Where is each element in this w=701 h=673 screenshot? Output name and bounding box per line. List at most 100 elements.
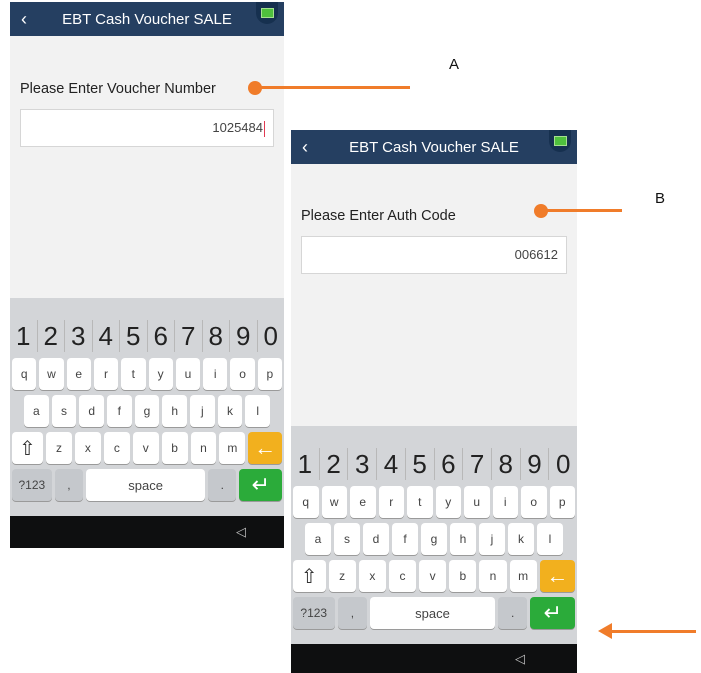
key-5[interactable]: 5	[404, 448, 434, 480]
key-c[interactable]: c	[388, 560, 417, 592]
key-b[interactable]: b	[449, 560, 477, 592]
key-t[interactable]: t	[407, 486, 433, 518]
auth-code-input[interactable]: 006612	[301, 236, 567, 274]
bottom-row: ?123 , space . ↵	[10, 469, 284, 501]
key-2[interactable]: 2	[318, 448, 348, 480]
key-6[interactable]: 6	[433, 448, 463, 480]
key-8[interactable]: 8	[201, 320, 230, 352]
key-v[interactable]: v	[132, 432, 159, 464]
backspace-key[interactable]: ←	[539, 560, 575, 592]
key-r[interactable]: r	[93, 358, 119, 390]
key-e[interactable]: e	[350, 486, 376, 518]
key-7[interactable]: 7	[462, 448, 491, 480]
key-n[interactable]: n	[190, 432, 217, 464]
shift-key[interactable]: ⇧	[12, 432, 44, 464]
key-q[interactable]: q	[293, 486, 319, 518]
comma-key[interactable]: ,	[54, 469, 84, 501]
key-i[interactable]: i	[492, 486, 518, 518]
key-d[interactable]: d	[79, 395, 104, 427]
key-y[interactable]: y	[148, 358, 173, 390]
key-u[interactable]: u	[175, 358, 201, 390]
triangle-back-icon[interactable]: ◁	[515, 651, 525, 667]
triangle-back-icon[interactable]: ◁	[236, 524, 246, 540]
key-g[interactable]: g	[134, 395, 160, 427]
backspace-key[interactable]: ←	[248, 432, 282, 464]
key-z[interactable]: z	[328, 560, 356, 592]
key-0[interactable]: 0	[548, 448, 577, 480]
key-4[interactable]: 4	[376, 448, 405, 480]
enter-key[interactable]: ↵	[530, 597, 575, 629]
key-3[interactable]: 3	[347, 448, 376, 480]
back-button[interactable]: ‹	[291, 130, 319, 164]
enter-key[interactable]: ↵	[239, 469, 283, 501]
key-j[interactable]: j	[479, 523, 505, 555]
key-t[interactable]: t	[121, 358, 146, 390]
key-a[interactable]: a	[305, 523, 331, 555]
key-p[interactable]: p	[549, 486, 575, 518]
key-c[interactable]: c	[103, 432, 130, 464]
shift-icon: ⇧	[300, 565, 318, 588]
shift-icon: ⇧	[19, 437, 36, 460]
key-r[interactable]: r	[378, 486, 404, 518]
key-h[interactable]: h	[450, 523, 476, 555]
key-s[interactable]: s	[51, 395, 77, 427]
key-g[interactable]: g	[421, 523, 447, 555]
key-s[interactable]: s	[334, 523, 360, 555]
key-d[interactable]: d	[363, 523, 389, 555]
key-x[interactable]: x	[358, 560, 386, 592]
key-k[interactable]: k	[508, 523, 534, 555]
key-3[interactable]: 3	[64, 320, 92, 352]
symbols-key[interactable]: ?123	[293, 597, 335, 629]
key-b[interactable]: b	[161, 432, 188, 464]
key-u[interactable]: u	[464, 486, 490, 518]
shift-key[interactable]: ⇧	[293, 560, 326, 592]
key-v[interactable]: v	[419, 560, 447, 592]
key-p[interactable]: p	[257, 358, 282, 390]
key-5[interactable]: 5	[119, 320, 147, 352]
key-1[interactable]: 1	[10, 320, 37, 352]
number-row: 1 2 3 4 5 6 7 8 9 0	[10, 320, 284, 352]
key-h[interactable]: h	[162, 395, 188, 427]
key-w[interactable]: w	[39, 358, 64, 390]
key-9[interactable]: 9	[519, 448, 549, 480]
key-0[interactable]: 0	[256, 320, 285, 352]
back-button[interactable]: ‹	[10, 2, 38, 36]
key-n[interactable]: n	[479, 560, 507, 592]
key-m[interactable]: m	[219, 432, 246, 464]
key-9[interactable]: 9	[229, 320, 257, 352]
comma-key[interactable]: ,	[337, 597, 368, 629]
key-q[interactable]: q	[12, 358, 37, 390]
key-o[interactable]: o	[230, 358, 255, 390]
key-m[interactable]: m	[509, 560, 537, 592]
key-x[interactable]: x	[74, 432, 101, 464]
period-key[interactable]: .	[208, 469, 237, 501]
key-4[interactable]: 4	[91, 320, 120, 352]
key-8[interactable]: 8	[490, 448, 520, 480]
callout-a-line	[258, 86, 410, 89]
symbols-key[interactable]: ?123	[12, 469, 52, 501]
key-i[interactable]: i	[203, 358, 228, 390]
key-j[interactable]: j	[190, 395, 215, 427]
key-1[interactable]: 1	[291, 448, 319, 480]
period-key[interactable]: .	[497, 597, 528, 629]
voucher-number-input[interactable]: 1025484	[20, 109, 274, 147]
key-w[interactable]: w	[321, 486, 347, 518]
key-l[interactable]: l	[245, 395, 271, 427]
key-f[interactable]: f	[392, 523, 418, 555]
key-l[interactable]: l	[537, 523, 563, 555]
key-e[interactable]: e	[66, 358, 91, 390]
key-a[interactable]: a	[23, 395, 49, 427]
space-key[interactable]: space	[370, 597, 495, 629]
space-key[interactable]: space	[86, 469, 206, 501]
voucher-prompt: Please Enter Voucher Number	[20, 81, 216, 97]
key-f[interactable]: f	[107, 395, 132, 427]
key-6[interactable]: 6	[146, 320, 175, 352]
key-k[interactable]: k	[217, 395, 243, 427]
key-7[interactable]: 7	[174, 320, 202, 352]
title-bar: ‹ EBT Cash Voucher SALE	[10, 2, 284, 36]
letter-row-2: a s d f g h j k l	[291, 523, 577, 555]
key-z[interactable]: z	[46, 432, 72, 464]
key-o[interactable]: o	[521, 486, 547, 518]
key-y[interactable]: y	[435, 486, 461, 518]
key-2[interactable]: 2	[36, 320, 65, 352]
